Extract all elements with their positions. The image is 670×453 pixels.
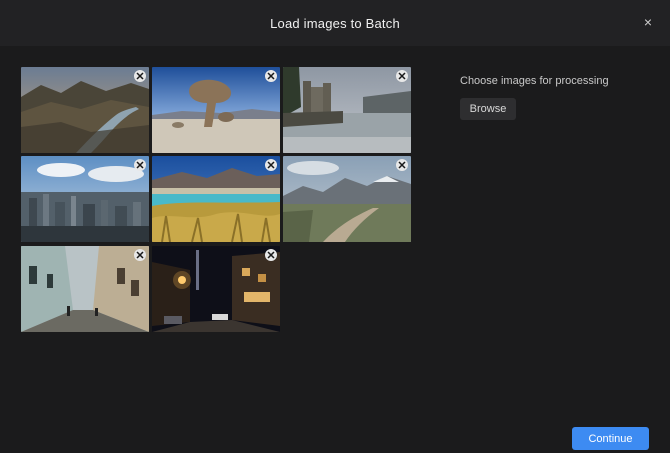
thumbnail-image: [21, 246, 149, 332]
load-images-dialog: Load images to Batch × Choose images for…: [0, 0, 670, 453]
dialog-title: Load images to Batch: [270, 15, 400, 31]
remove-icon[interactable]: [134, 249, 146, 261]
thumbnail-image: [283, 67, 411, 153]
dialog-header: Load images to Batch ×: [0, 0, 670, 46]
remove-icon[interactable]: [265, 249, 277, 261]
browse-button[interactable]: Browse: [460, 98, 516, 120]
remove-icon[interactable]: [265, 70, 277, 82]
thumbnail-mountain-valley-river[interactable]: [21, 67, 149, 153]
thumbnail-lagoon-grassland[interactable]: [152, 156, 280, 242]
close-icon[interactable]: ×: [640, 14, 656, 30]
remove-icon[interactable]: [396, 159, 408, 171]
thumbnail-image: [21, 156, 149, 242]
remove-icon[interactable]: [265, 159, 277, 171]
choose-images-label: Choose images for processing: [460, 75, 609, 87]
thumbnail-image: [152, 67, 280, 153]
remove-icon[interactable]: [396, 70, 408, 82]
continue-button[interactable]: Continue: [572, 427, 649, 450]
thumbnail-city-skyline[interactable]: [21, 156, 149, 242]
thumbnail-image: [283, 156, 411, 242]
thumbnail-desert-rock-formation[interactable]: [152, 67, 280, 153]
thumbnail-image: [21, 67, 149, 153]
thumbnail-image: [152, 246, 280, 332]
thumbnail-night-street[interactable]: [152, 246, 280, 332]
remove-icon[interactable]: [134, 70, 146, 82]
remove-icon[interactable]: [134, 159, 146, 171]
thumbnail-old-town-street[interactable]: [21, 246, 149, 332]
thumbnail-image: [152, 156, 280, 242]
thumbnail-mountain-road[interactable]: [283, 156, 411, 242]
thumbnail-lakeside-castle[interactable]: [283, 67, 411, 153]
